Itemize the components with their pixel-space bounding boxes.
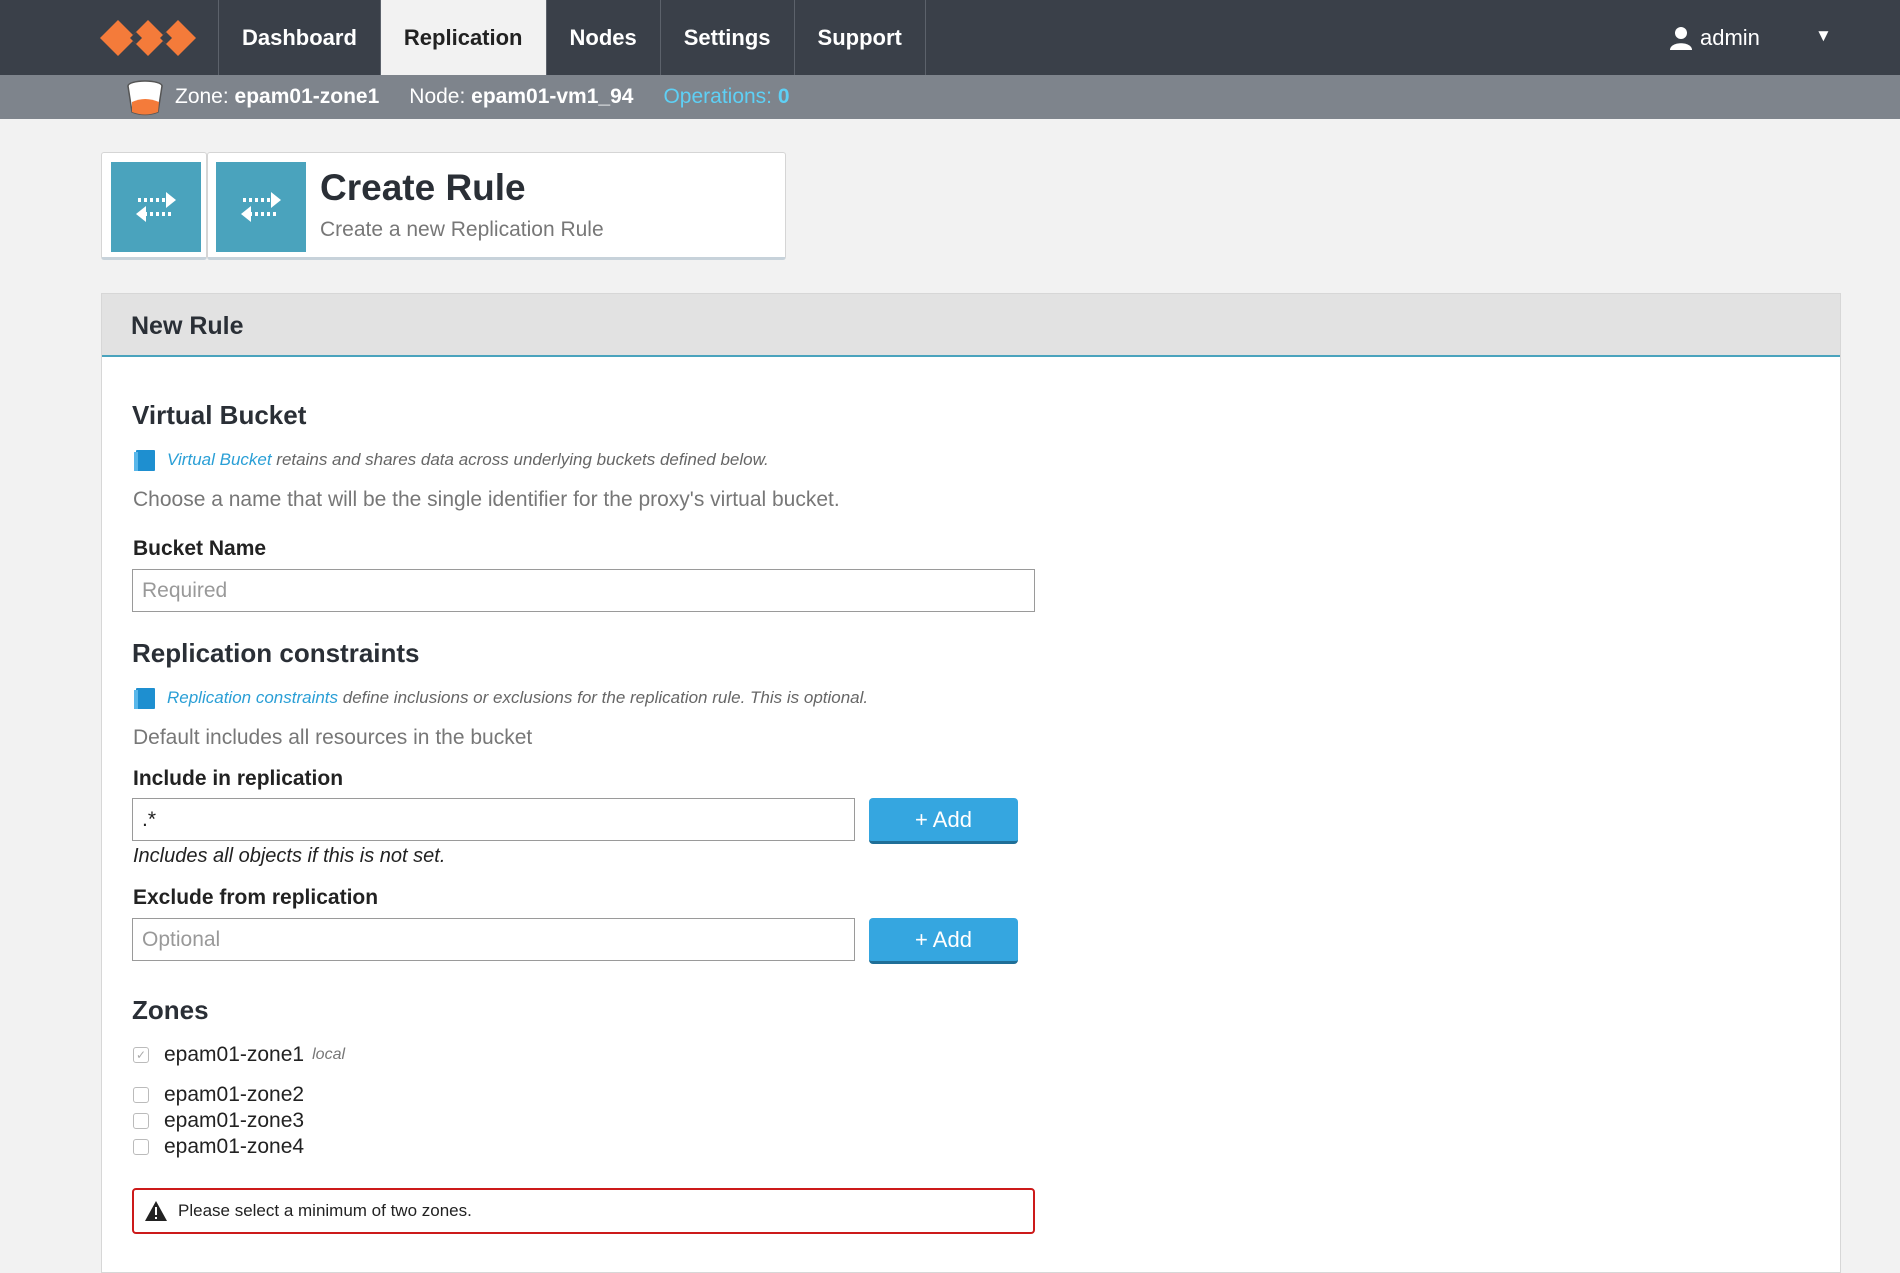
zone-option: epam01-zone2 [133, 1083, 304, 1107]
include-input[interactable] [132, 798, 855, 841]
zone-validation-alert: Please select a minimum of two zones. [132, 1188, 1035, 1234]
warning-icon [145, 1201, 167, 1221]
operations-link[interactable]: Operations: 0 [663, 85, 789, 109]
user-name: admin [1700, 24, 1760, 50]
bucket-name-input[interactable] [132, 569, 1035, 612]
zone-info: Zone: epam01-zone1 [175, 85, 380, 108]
node-info: Node: epam01-vm1_94 [409, 85, 634, 108]
page-header-card: Create Rule Create a new Replication Rul… [207, 152, 786, 260]
page-subtitle: Create a new Replication Rule [320, 218, 604, 241]
include-label: Include in replication [133, 767, 344, 790]
section-icon-card [101, 152, 207, 260]
main-nav: Dashboard Replication Nodes Settings Sup… [218, 0, 926, 75]
constraints-doc-link[interactable]: Replication constraints [167, 688, 338, 708]
zone-name: epam01-zone2 [164, 1083, 305, 1106]
bucket-name-label: Bucket Name [133, 537, 267, 560]
zones-title: Zones [132, 995, 209, 1025]
exclude-label: Exclude from replication [133, 886, 379, 909]
nav-support[interactable]: Support [793, 0, 926, 75]
constraints-doc-text: define inclusions or exclusions for the … [338, 688, 869, 707]
virtual-bucket-help: Choose a name that will be the single id… [133, 488, 840, 511]
local-tag: local [312, 1046, 346, 1063]
include-note: Includes all objects if this is not set. [133, 845, 446, 867]
constraints-help: Default includes all resources in the bu… [133, 726, 533, 749]
zone-option: ✓ epam01-zone1 local [133, 1043, 345, 1067]
zone-checkbox[interactable]: ✓ [133, 1047, 149, 1063]
alert-text: Please select a minimum of two zones. [178, 1201, 472, 1220]
book-icon [134, 450, 155, 471]
zone-option: epam01-zone3 [133, 1109, 304, 1133]
zone-option: epam01-zone4 [133, 1135, 304, 1159]
virtual-bucket-doc: Virtual Bucket retains and shares data a… [133, 448, 769, 472]
virtual-bucket-doc-link[interactable]: Virtual Bucket [167, 450, 272, 470]
new-rule-panel: New Rule [101, 293, 1841, 1273]
zone-name: epam01-zone3 [164, 1109, 305, 1132]
virtual-bucket-doc-text: retains and shares data across underlyin… [271, 450, 769, 469]
book-icon [134, 688, 155, 709]
virtual-bucket-title: Virtual Bucket [132, 400, 307, 430]
bucket-icon [127, 80, 163, 116]
replication-arrows-icon [111, 162, 201, 252]
add-exclude-button[interactable]: + Add [869, 918, 1018, 964]
page-title: Create Rule [320, 167, 526, 208]
swarm-logo-icon[interactable] [100, 12, 200, 64]
chevron-down-icon[interactable]: ▼ [1815, 26, 1832, 46]
nav-settings[interactable]: Settings [659, 0, 794, 75]
top-navbar: Dashboard Replication Nodes Settings Sup… [0, 0, 1900, 75]
add-include-button[interactable]: + Add [869, 798, 1018, 844]
nav-replication[interactable]: Replication [379, 0, 546, 75]
panel-header: New Rule [102, 294, 1840, 357]
zone-name: epam01-zone4 [164, 1135, 305, 1158]
nav-nodes[interactable]: Nodes [545, 0, 660, 75]
constraints-doc: Replication constraints define inclusion… [133, 686, 868, 710]
user-menu[interactable]: admin [1670, 0, 1760, 75]
zone-checkbox[interactable] [133, 1087, 149, 1103]
nav-dashboard[interactable]: Dashboard [218, 0, 380, 75]
panel-title: New Rule [131, 312, 244, 340]
zone-checkbox[interactable] [133, 1113, 149, 1129]
user-icon [1670, 26, 1692, 50]
constraints-title: Replication constraints [132, 638, 420, 668]
exclude-input[interactable] [132, 918, 855, 961]
status-bar: Zone: epam01-zone1 Node: epam01-vm1_94 O… [0, 75, 1900, 119]
zone-name: epam01-zone1 [164, 1043, 305, 1066]
zone-checkbox[interactable] [133, 1139, 149, 1155]
replication-arrows-icon [216, 162, 306, 252]
